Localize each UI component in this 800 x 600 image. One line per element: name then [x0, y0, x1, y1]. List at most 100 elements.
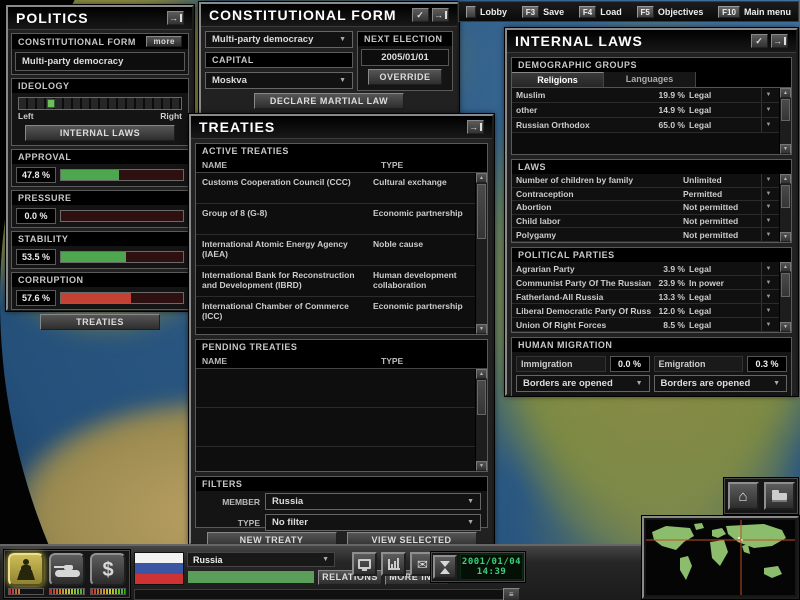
constitutional-form-dropdown[interactable]: Multi-party democracy▼: [205, 31, 353, 48]
scrollbar[interactable]: ▲ ▼: [779, 88, 791, 154]
scroll-down-icon[interactable]: ▼: [780, 232, 791, 242]
row-dropdown-button[interactable]: ▼: [761, 262, 775, 275]
corruption-value: 57.6 %: [16, 290, 56, 306]
scroll-thumb[interactable]: [781, 99, 790, 121]
scroll-up-icon[interactable]: ▲: [780, 88, 791, 98]
politics-mode-button[interactable]: [8, 553, 44, 586]
row-dropdown-button[interactable]: ▼: [761, 174, 775, 187]
law-row[interactable]: Abortion Not permitted ▼: [512, 201, 779, 215]
row-dropdown-button[interactable]: ▼: [761, 304, 775, 317]
meter-label: PRESSURE: [18, 193, 72, 203]
internal-laws-header: INTERNAL LAWS ✓ →: [507, 30, 796, 53]
detach-arrow-icon[interactable]: →: [771, 34, 788, 48]
chevron-down-icon: ▼: [467, 519, 474, 526]
treaty-row[interactable]: Customs Cooperation Council (CCC) Cultur…: [196, 173, 475, 204]
member-filter-dropdown[interactable]: Russia▼: [265, 493, 481, 510]
scroll-thumb[interactable]: [781, 273, 790, 297]
stats-button[interactable]: [381, 552, 406, 576]
tab-religions[interactable]: Religions: [512, 72, 604, 87]
capital-dropdown[interactable]: Moskva▼: [205, 72, 353, 89]
law-row[interactable]: Contraception Permitted ▼: [512, 188, 779, 202]
country-selector-dropdown[interactable]: Russia ▼: [187, 552, 335, 567]
religion-row[interactable]: Muslim 19.9 % Legal ▼: [512, 88, 779, 103]
tab-languages[interactable]: Languages: [604, 72, 696, 87]
scroll-up-icon[interactable]: ▲: [476, 369, 487, 379]
party-row[interactable]: Agrarian Party 3.9 % Legal ▼: [512, 262, 779, 276]
confirm-check-icon[interactable]: ✓: [412, 8, 429, 22]
scrollbar[interactable]: ▲ ▼: [779, 174, 791, 242]
law-row[interactable]: Polygamy Not permitted ▼: [512, 228, 779, 242]
religion-row[interactable]: other 14.9 % Legal ▼: [512, 103, 779, 118]
economy-mode-button[interactable]: $: [90, 553, 126, 586]
treaty-row[interactable]: International Bank for Reconstruction an…: [196, 266, 475, 297]
minimap[interactable]: [642, 516, 799, 599]
scroll-down-icon[interactable]: ▼: [780, 144, 791, 154]
chevron-down-icon: ▼: [339, 36, 346, 43]
detach-arrow-icon[interactable]: →: [432, 8, 449, 22]
saved-views-button[interactable]: [764, 482, 795, 510]
scroll-up-icon[interactable]: ▲: [780, 174, 791, 184]
scroll-down-icon[interactable]: ▼: [476, 461, 487, 471]
scroll-up-icon[interactable]: ▲: [780, 262, 791, 272]
row-dropdown-button[interactable]: ▼: [761, 228, 775, 241]
party-row[interactable]: Communist Party Of The Russian Feder 23.…: [512, 276, 779, 290]
scroll-down-icon[interactable]: ▼: [780, 322, 791, 332]
chevron-down-icon: ▼: [339, 77, 346, 84]
military-mode-button[interactable]: [49, 553, 85, 586]
religion-row[interactable]: Russian Orthodox 65.0 % Legal ▼: [512, 118, 779, 133]
row-dropdown-button[interactable]: ▼: [761, 276, 775, 289]
party-row[interactable]: Union Of Right Forces 8.5 % Legal ▼: [512, 318, 779, 332]
party-row[interactable]: Liberal Democratic Party Of Russia 12.0 …: [512, 304, 779, 318]
menu-item-main-menu[interactable]: F10 Main menu: [718, 6, 791, 18]
scroll-up-icon[interactable]: ▲: [476, 173, 487, 183]
row-dropdown-button[interactable]: ▼: [761, 318, 775, 331]
row-dropdown-button[interactable]: ▼: [761, 88, 775, 102]
row-dropdown-button[interactable]: ▼: [761, 290, 775, 303]
treaty-row[interactable]: Group of 8 (G-8) Economic partnership: [196, 204, 475, 235]
scroll-thumb[interactable]: [477, 184, 486, 239]
scroll-thumb[interactable]: [477, 380, 486, 415]
time-control-button[interactable]: [433, 555, 457, 579]
scroll-down-icon[interactable]: ▼: [476, 324, 487, 334]
capital-label: CAPITAL: [212, 55, 254, 65]
party-row[interactable]: Fatherland-All Russia 13.3 % Legal ▼: [512, 290, 779, 304]
declare-martial-law-button[interactable]: DECLARE MARTIAL LAW: [254, 93, 404, 109]
treaty-row[interactable]: International Chamber of Commerce (ICC) …: [196, 297, 475, 328]
row-dropdown-button[interactable]: ▼: [761, 118, 775, 132]
game-date: 2001/01/04: [461, 557, 522, 567]
chat-button[interactable]: [352, 552, 377, 576]
confirm-check-icon[interactable]: ✓: [751, 34, 768, 48]
message-log-button[interactable]: ≡: [503, 588, 520, 600]
message-strip[interactable]: [134, 589, 520, 600]
menu-item-lobby[interactable]: Lobby: [466, 6, 507, 18]
treaties-button[interactable]: TREATIES: [40, 314, 160, 330]
menu-item-objectives[interactable]: F5 Objectives: [637, 6, 704, 18]
type-filter-dropdown[interactable]: No filter▼: [265, 514, 481, 531]
law-row[interactable]: Number of children by family Unlimited ▼: [512, 174, 779, 188]
row-dropdown-button[interactable]: ▼: [761, 215, 775, 228]
menu-item-load[interactable]: F4 Load: [579, 6, 622, 18]
scrollbar[interactable]: ▲ ▼: [779, 262, 791, 332]
more-button[interactable]: more: [146, 36, 182, 47]
ideology-right-label: Right: [160, 111, 182, 121]
menu-label: Save: [543, 7, 564, 17]
treaty-row[interactable]: International Atomic Energy Agency (IAEA…: [196, 235, 475, 266]
internal-laws-button[interactable]: INTERNAL LAWS: [25, 125, 175, 141]
immigration-policy-dropdown[interactable]: Borders are opened▼: [516, 375, 650, 392]
scrollbar[interactable]: ▲ ▼: [475, 173, 487, 334]
row-dropdown-button[interactable]: ▼: [761, 201, 775, 214]
override-button[interactable]: OVERRIDE: [368, 69, 442, 85]
home-view-button[interactable]: ⌂: [728, 482, 759, 510]
law-row[interactable]: Child labor Not permitted ▼: [512, 215, 779, 229]
scroll-thumb[interactable]: [781, 185, 790, 208]
corruption-bar: [60, 292, 184, 304]
ideology-slider-thumb[interactable]: [47, 99, 55, 108]
menu-item-save[interactable]: F3 Save: [522, 6, 564, 18]
ideology-slider[interactable]: [18, 97, 182, 110]
row-dropdown-button[interactable]: ▼: [761, 103, 775, 117]
row-dropdown-button[interactable]: ▼: [761, 188, 775, 201]
scrollbar[interactable]: ▲ ▼: [475, 369, 487, 471]
emigration-policy-dropdown[interactable]: Borders are opened▼: [654, 375, 788, 392]
detach-arrow-icon[interactable]: →: [167, 11, 184, 25]
detach-arrow-icon[interactable]: →: [467, 120, 484, 134]
